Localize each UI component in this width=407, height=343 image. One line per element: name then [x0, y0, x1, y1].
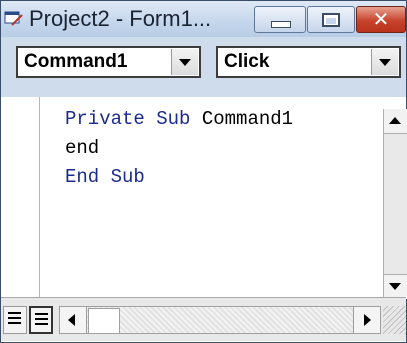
object-dropdown[interactable]: Command1: [16, 46, 201, 78]
full-module-view-icon: [35, 313, 48, 327]
vertical-scrollbar[interactable]: [383, 109, 407, 299]
code-window: Project2 - Form1... ✕ Command1 Click Pri…: [0, 0, 407, 343]
scroll-down-icon[interactable]: [384, 274, 407, 299]
horizontal-scrollbar[interactable]: [59, 306, 381, 334]
procedure-view-button[interactable]: [3, 306, 27, 334]
close-icon: ✕: [372, 7, 390, 31]
code-line: End Sub: [65, 166, 145, 188]
minimize-icon: [271, 21, 291, 28]
object-dropdown-value: Command1: [24, 51, 128, 72]
code-line: Private Sub Command1: [65, 108, 294, 130]
window-title: Project2 - Form1...: [29, 6, 212, 31]
chevron-down-icon[interactable]: [371, 49, 398, 75]
procedure-view-icon: [8, 312, 21, 326]
code-editor[interactable]: Private Sub Command1 end End Sub: [1, 97, 407, 342]
scroll-thumb[interactable]: [88, 308, 120, 334]
procedure-dropdown-value: Click: [224, 51, 270, 72]
scroll-left-icon[interactable]: [60, 307, 87, 333]
minimize-button[interactable]: [254, 6, 306, 33]
code-line: end: [65, 137, 100, 159]
resize-grip[interactable]: [383, 306, 406, 334]
margin-indicator-bar[interactable]: [1, 97, 40, 297]
code-text[interactable]: Private Sub Command1 end End Sub: [65, 105, 293, 192]
maximize-icon: [322, 13, 340, 27]
scroll-right-icon[interactable]: [353, 307, 380, 333]
bottom-bar: [1, 297, 406, 341]
chevron-down-icon[interactable]: [171, 49, 198, 75]
combo-bar: Command1 Click: [1, 37, 406, 97]
procedure-dropdown[interactable]: Click: [216, 46, 401, 78]
close-button[interactable]: ✕: [356, 6, 406, 33]
maximize-button[interactable]: [307, 6, 355, 33]
title-bar[interactable]: Project2 - Form1... ✕: [1, 1, 406, 37]
scroll-up-icon[interactable]: [384, 109, 407, 134]
full-module-view-button[interactable]: [29, 306, 53, 334]
vb-form-icon: [4, 11, 23, 26]
